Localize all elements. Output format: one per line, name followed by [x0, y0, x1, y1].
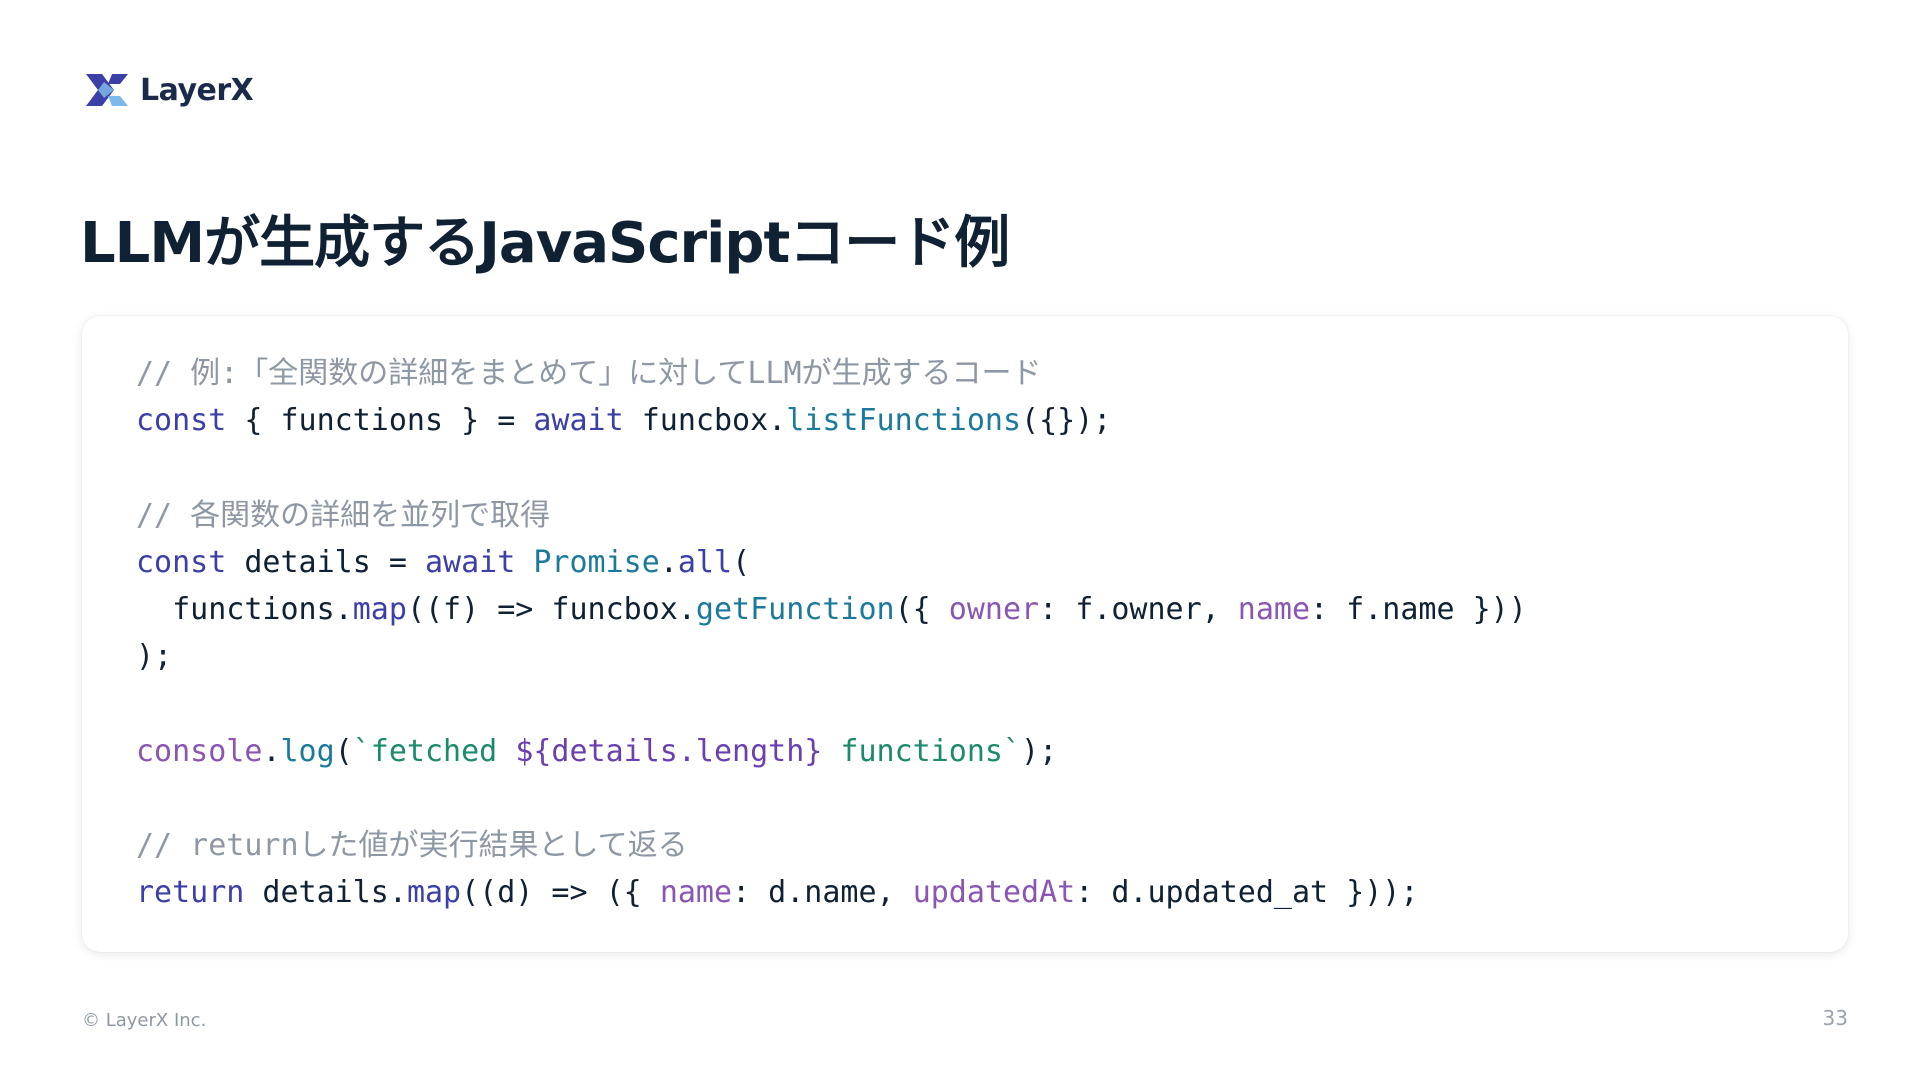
code-token-kw: all [677, 544, 733, 580]
code-token-interp: ${details.length} [515, 733, 823, 769]
code-token-obj: console [136, 733, 263, 769]
code-token-prop: updatedAt [912, 875, 1076, 911]
code-line: const { functions } = await funcbox.list… [136, 397, 1527, 444]
code-token-comment: // 例:「全関数の詳細をまとめて」に対してLLMが生成するコード [136, 356, 1042, 391]
brand-logo: LayerX [84, 70, 254, 110]
code-token-plain: ((d) => ({ [461, 875, 660, 911]
code-token-plain: ({}); [1021, 403, 1112, 439]
code-token-plain: functions. [136, 591, 353, 627]
code-token-plain: details. [244, 875, 407, 911]
code-token-plain: . [659, 544, 678, 580]
code-token-plain: : f.name })) [1310, 591, 1527, 627]
code-token-kw: map [352, 591, 407, 627]
code-token-kw: const [136, 403, 227, 439]
code-token-plain: ); [136, 639, 173, 675]
code-token-plain: details = [226, 544, 425, 580]
code-token-plain: : f.owner, [1039, 591, 1238, 627]
code-token-plain: { functions } = [226, 403, 534, 439]
code-token-plain: funcbox. [623, 403, 787, 439]
code-token-prop: name [659, 875, 733, 911]
code-token-kw: await [533, 403, 624, 439]
code-token-kw: await [425, 544, 516, 580]
code-token-fn: getFunction [695, 591, 895, 627]
page-number: 33 [1822, 1006, 1848, 1030]
code-line: // 例:「全関数の詳細をまとめて」に対してLLMが生成するコード [136, 350, 1527, 397]
code-token-comment: // returnした値が実行結果として返る [136, 827, 688, 863]
code-token-plain: . [262, 733, 281, 769]
code-token-str: `fetched [352, 733, 516, 769]
code-line: functions.map((f) => funcbox.getFunction… [136, 586, 1527, 633]
code-token-kw: const [136, 544, 227, 580]
code-token-str: functions` [822, 733, 1022, 769]
code-line: return details.map((d) => ({ name: d.nam… [136, 869, 1527, 916]
code-line: // returnした値が実行結果として返る [136, 822, 1527, 869]
code-token-kw: return [136, 875, 245, 911]
code-token-plain: ((f) => funcbox. [406, 591, 696, 627]
code-token-fn: listFunctions [786, 403, 1022, 439]
layerx-logo-icon [86, 74, 128, 106]
code-line: // 各関数の詳細を並列で取得 [136, 492, 1527, 539]
code-block: // 例:「全関数の詳細をまとめて」に対してLLMが生成するコード const {… [82, 316, 1848, 952]
code-line: const details = await Promise.all( [136, 539, 1527, 586]
code-token-prop: owner [948, 591, 1040, 627]
code-token-plain: : d.name, [732, 875, 913, 911]
code-token-plain: ({ [894, 591, 949, 627]
code-token-prop: name [1237, 591, 1311, 627]
code-line: ); [136, 633, 1527, 680]
code-token-comment: // 各関数の詳細を並列で取得 [136, 497, 551, 533]
code-token-plain: ( [732, 544, 751, 580]
code-token-plain: : d.updated_at })); [1075, 875, 1419, 911]
slide-title: LLMが生成するJavaScriptコード例 [80, 211, 1010, 276]
code-token-kw: map [406, 875, 462, 911]
brand-name: LayerX [140, 72, 254, 108]
code-line: console.log(`fetched ${details.length} f… [136, 728, 1527, 775]
footer-copyright: © LayerX Inc. [82, 1010, 207, 1031]
code-token-plain: ); [1021, 733, 1058, 769]
code-content: // 例:「全関数の詳細をまとめて」に対してLLMが生成するコード const {… [136, 350, 1527, 916]
code-token-plain: ( [334, 733, 353, 769]
code-token-fn: Promise [533, 544, 660, 580]
code-token-fn: log [280, 733, 335, 769]
